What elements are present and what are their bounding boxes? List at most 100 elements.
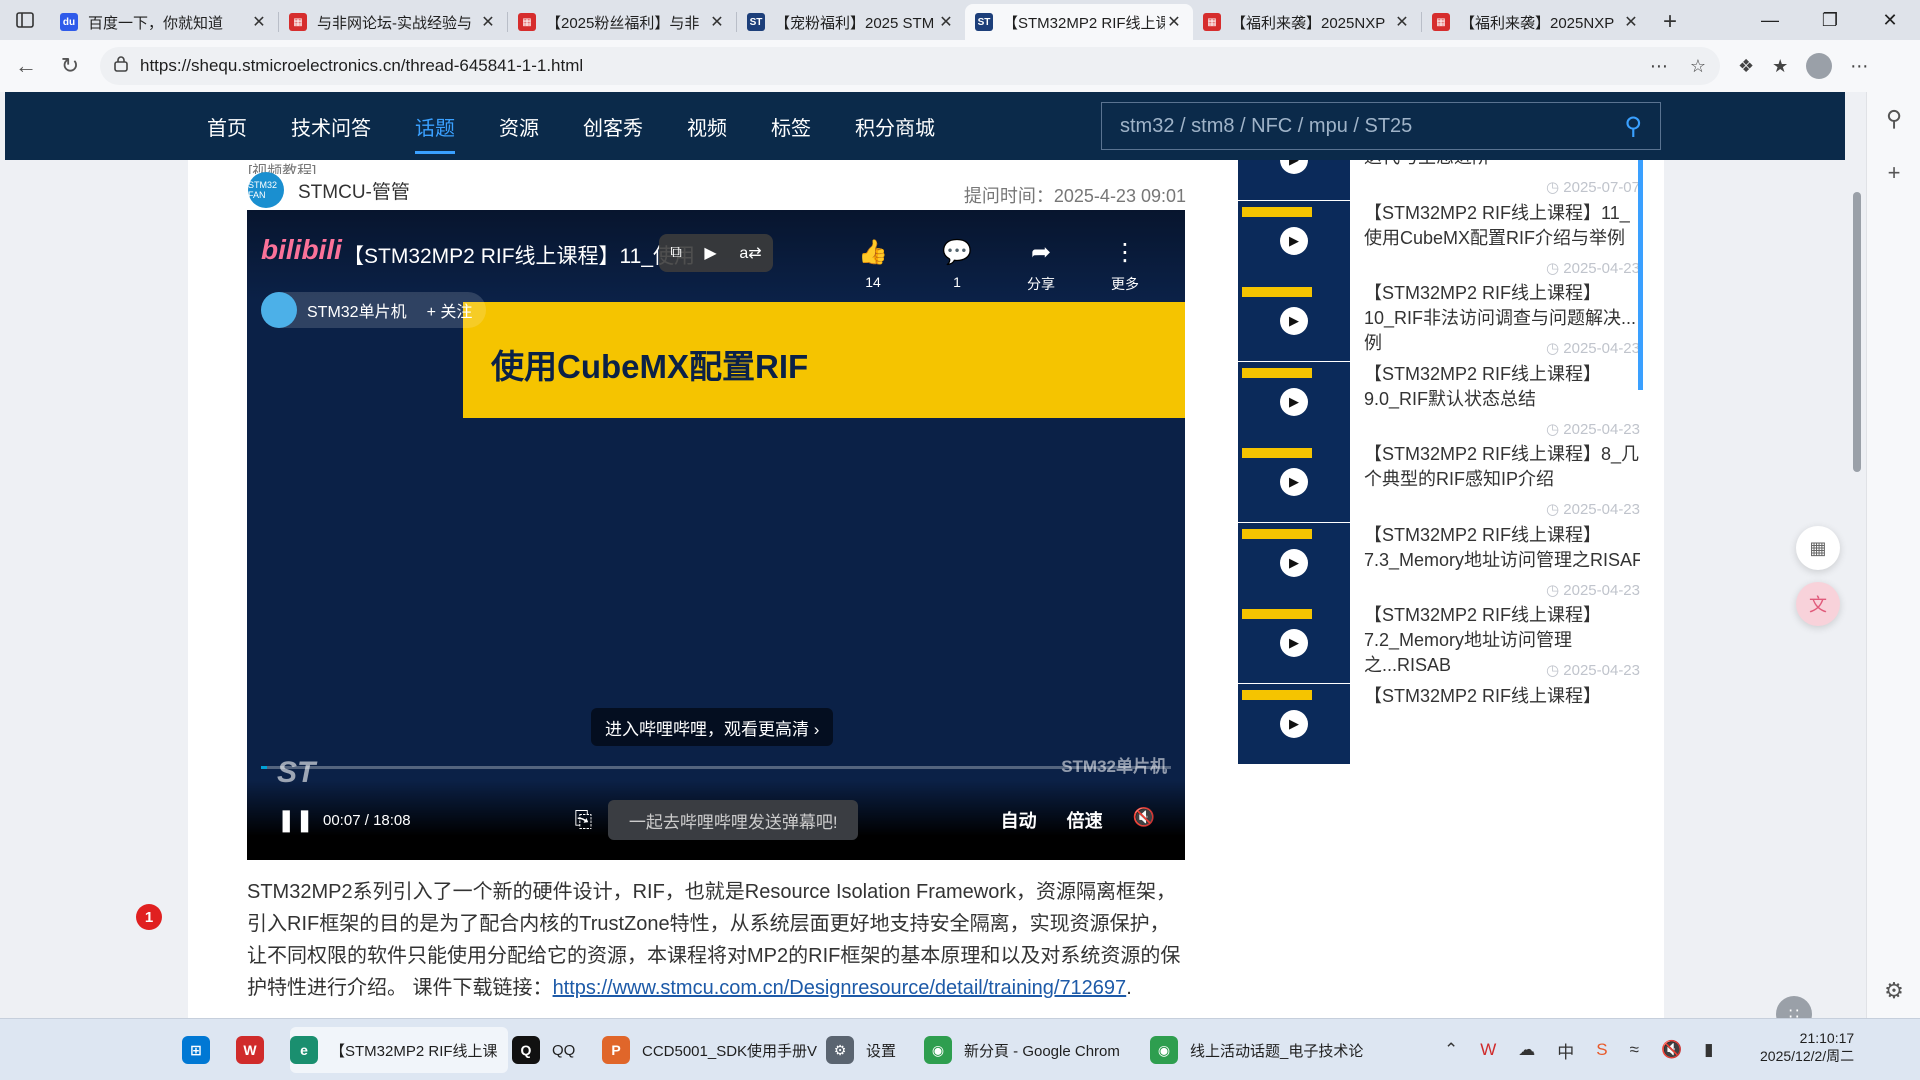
- translate-float-button[interactable]: 文: [1796, 582, 1840, 626]
- video-title[interactable]: 【STM32MP2 RIF线上课程】11_使用: [343, 240, 695, 270]
- site-nav-item[interactable]: 积分商城: [833, 92, 957, 160]
- site-nav-item[interactable]: 视频: [665, 92, 749, 160]
- pip-icon[interactable]: ⧉: [670, 244, 681, 262]
- share-button[interactable]: ➦ 分享: [1021, 238, 1061, 294]
- translate-icon[interactable]: a⇄: [739, 243, 761, 263]
- related-video-item[interactable]: ▶ 【STM32MP2 RIF线上课程】8_几个典型的RIF感知IP介绍 ◷ 202…: [1238, 442, 1640, 522]
- site-nav-item[interactable]: 创客秀: [561, 92, 665, 160]
- browser-tab[interactable]: ▦ 【福利来袭】2025NXP ✕: [1193, 4, 1421, 40]
- wps-tray-icon[interactable]: W: [1480, 1040, 1496, 1060]
- settings-icon[interactable]: ⚙: [826, 1036, 854, 1064]
- play-icon[interactable]: ▶: [1280, 468, 1308, 496]
- page-scrollbar-thumb[interactable]: [1853, 192, 1861, 472]
- browser-menu-icon[interactable]: ⋯: [1850, 56, 1868, 77]
- browser-tab[interactable]: du 百度一下，你就知道 ✕: [50, 4, 278, 40]
- more-button[interactable]: ⋮ 更多: [1105, 238, 1145, 294]
- related-video-item[interactable]: ▶ 【STM32MP2 RIF线上课程】7.2_Memory地址访问管理之...R…: [1238, 603, 1640, 683]
- related-video-item[interactable]: ▶ 【STM32MP2 RIF线上课程】: [1238, 683, 1640, 764]
- notification-badge[interactable]: 1: [136, 904, 162, 930]
- new-tab-button[interactable]: +: [1650, 4, 1690, 40]
- volume-mute-icon[interactable]: 🔇: [1661, 1040, 1682, 1060]
- related-video-item[interactable]: ▶ 【STM32MP2 RIF线上课程】9.0_RIF默认状态总结 ◷ 2025-0…: [1238, 361, 1640, 442]
- related-video-title[interactable]: 【STM32MP2 RIF线上课程】11_使用CubeMX配置RIF介绍与举例: [1364, 201, 1640, 251]
- chevron-up-icon[interactable]: ⌃: [1444, 1040, 1458, 1060]
- play-icon[interactable]: ▶: [1280, 548, 1308, 577]
- follow-button[interactable]: + 关注: [427, 298, 473, 322]
- like-button[interactable]: 👍 14: [853, 238, 893, 294]
- mute-icon[interactable]: 🔇: [1133, 807, 1155, 833]
- qq-icon[interactable]: Q: [512, 1036, 540, 1064]
- related-video-title[interactable]: 【实战分享】关于STM32MP2生态迭代与生态进阶: [1364, 160, 1640, 170]
- browser-tab[interactable]: ST 【STM32MP2 RIF线上课 ✕: [965, 4, 1193, 40]
- apps-grid-button[interactable]: ∷: [1776, 996, 1812, 1018]
- extensions-icon[interactable]: ❖: [1738, 56, 1754, 77]
- site-nav-item[interactable]: 首页: [185, 92, 269, 160]
- close-window-icon[interactable]: ✕: [1860, 0, 1920, 40]
- site-info-icon[interactable]: [114, 55, 128, 77]
- battery-icon[interactable]: ▮: [1704, 1040, 1713, 1060]
- tab-actions-icon[interactable]: [0, 0, 50, 40]
- browser-tab[interactable]: ST 【宠粉福利】2025 STM ✕: [737, 4, 965, 40]
- qr-code-button[interactable]: ▦: [1796, 526, 1840, 570]
- browser-tab[interactable]: ▦ 【福利来袭】2025NXP ✕: [1422, 4, 1650, 40]
- play-icon[interactable]: ▶: [1280, 160, 1308, 174]
- close-tab-icon[interactable]: ✕: [250, 12, 268, 32]
- uploader-name[interactable]: STM32单片机: [307, 298, 407, 322]
- playback-speed-button[interactable]: 倍速: [1067, 807, 1103, 833]
- profile-avatar[interactable]: [1806, 53, 1833, 79]
- maximize-icon[interactable]: ❐: [1800, 0, 1860, 40]
- play-icon[interactable]: ▶: [1280, 709, 1308, 738]
- favorites-icon[interactable]: ★: [1772, 56, 1788, 77]
- search-icon[interactable]: ⚲: [1867, 92, 1920, 146]
- close-tab-icon[interactable]: ✕: [1165, 12, 1183, 32]
- search-icon[interactable]: ⚲: [1624, 112, 1642, 141]
- related-video-title[interactable]: 【STM32MP2 RIF线上课程】9.0_RIF默认状态总结: [1364, 362, 1640, 412]
- related-list-scrollbar[interactable]: [1638, 160, 1643, 390]
- play-icon[interactable]: ▶: [1280, 226, 1308, 255]
- taskbar-item[interactable]: e 【STM32MP2 RIF线上课: [290, 1027, 508, 1073]
- taskbar-item[interactable]: ⚙ 设置: [826, 1027, 896, 1073]
- taskbar-item[interactable]: ⊞: [182, 1027, 210, 1073]
- play-icon[interactable]: ▶: [1280, 307, 1308, 335]
- author-name[interactable]: STMCU-管管: [298, 177, 410, 204]
- open-bilibili-link[interactable]: 进入哔哩哔哩，观看更高清 ›: [591, 708, 834, 746]
- video-thumbnail[interactable]: ▶: [1238, 683, 1350, 764]
- url-field[interactable]: https://shequ.stmicroelectronics.cn/thre…: [100, 47, 1720, 85]
- site-nav-item[interactable]: 话题: [393, 92, 477, 160]
- chrome-icon[interactable]: ◉: [924, 1036, 952, 1064]
- close-tab-icon[interactable]: ✕: [708, 12, 726, 32]
- related-video-title[interactable]: 【STM32MP2 RIF线上课程】: [1364, 684, 1640, 709]
- close-tab-icon[interactable]: ✕: [479, 12, 497, 32]
- post-author[interactable]: STM32 FAN STMCU-管管: [248, 172, 410, 208]
- minimize-icon[interactable]: —: [1740, 0, 1800, 40]
- add-icon[interactable]: +: [1867, 146, 1920, 200]
- reading-mode-icon[interactable]: ⋯: [1650, 56, 1668, 77]
- windows-start-icon[interactable]: ⊞: [182, 1036, 210, 1064]
- browser-tab[interactable]: ▦ 【2025粉丝福利】与非 ✕: [508, 4, 736, 40]
- chrome-icon[interactable]: ◉: [1150, 1036, 1178, 1064]
- cloud-icon[interactable]: ☁: [1518, 1040, 1535, 1060]
- page-scrollbar[interactable]: [1850, 92, 1864, 1018]
- video-uploader[interactable]: STM32单片机 + 关注: [261, 292, 487, 328]
- courseware-download-link[interactable]: https://www.stmcu.com.cn/Designresource/…: [553, 977, 1127, 999]
- pdf-icon[interactable]: P: [602, 1036, 630, 1064]
- picture-icon[interactable]: ▶: [704, 243, 716, 263]
- video-progress-bar[interactable]: [261, 766, 1171, 769]
- site-nav-item[interactable]: 资源: [477, 92, 561, 160]
- browser-tab[interactable]: ▦ 与非网论坛-实战经验与 ✕: [279, 4, 507, 40]
- sogou-icon[interactable]: S: [1596, 1040, 1607, 1060]
- video-player[interactable]: 使用CubeMX配置RIF bilibili 【STM32MP2 RIF线上课程…: [247, 210, 1185, 860]
- settings-gear-icon[interactable]: ⚙: [1867, 964, 1920, 1018]
- quality-auto-button[interactable]: 自动: [1001, 807, 1037, 833]
- wifi-icon[interactable]: ≈: [1630, 1040, 1639, 1060]
- wps-icon[interactable]: W: [236, 1036, 264, 1064]
- play-icon[interactable]: ▶: [1280, 387, 1308, 416]
- ime-indicator[interactable]: 中: [1557, 1038, 1574, 1063]
- related-video-title[interactable]: 【STM32MP2 RIF线上课程】8_几个典型的RIF感知IP介绍: [1364, 442, 1640, 492]
- video-thumbnail[interactable]: ▶: [1238, 160, 1350, 200]
- site-nav-item[interactable]: 标签: [749, 92, 833, 160]
- uploader-avatar[interactable]: [261, 292, 297, 328]
- play-icon[interactable]: ▶: [1280, 629, 1308, 657]
- taskbar-item[interactable]: Q QQ: [512, 1027, 575, 1073]
- bilibili-logo[interactable]: bilibili: [261, 234, 342, 266]
